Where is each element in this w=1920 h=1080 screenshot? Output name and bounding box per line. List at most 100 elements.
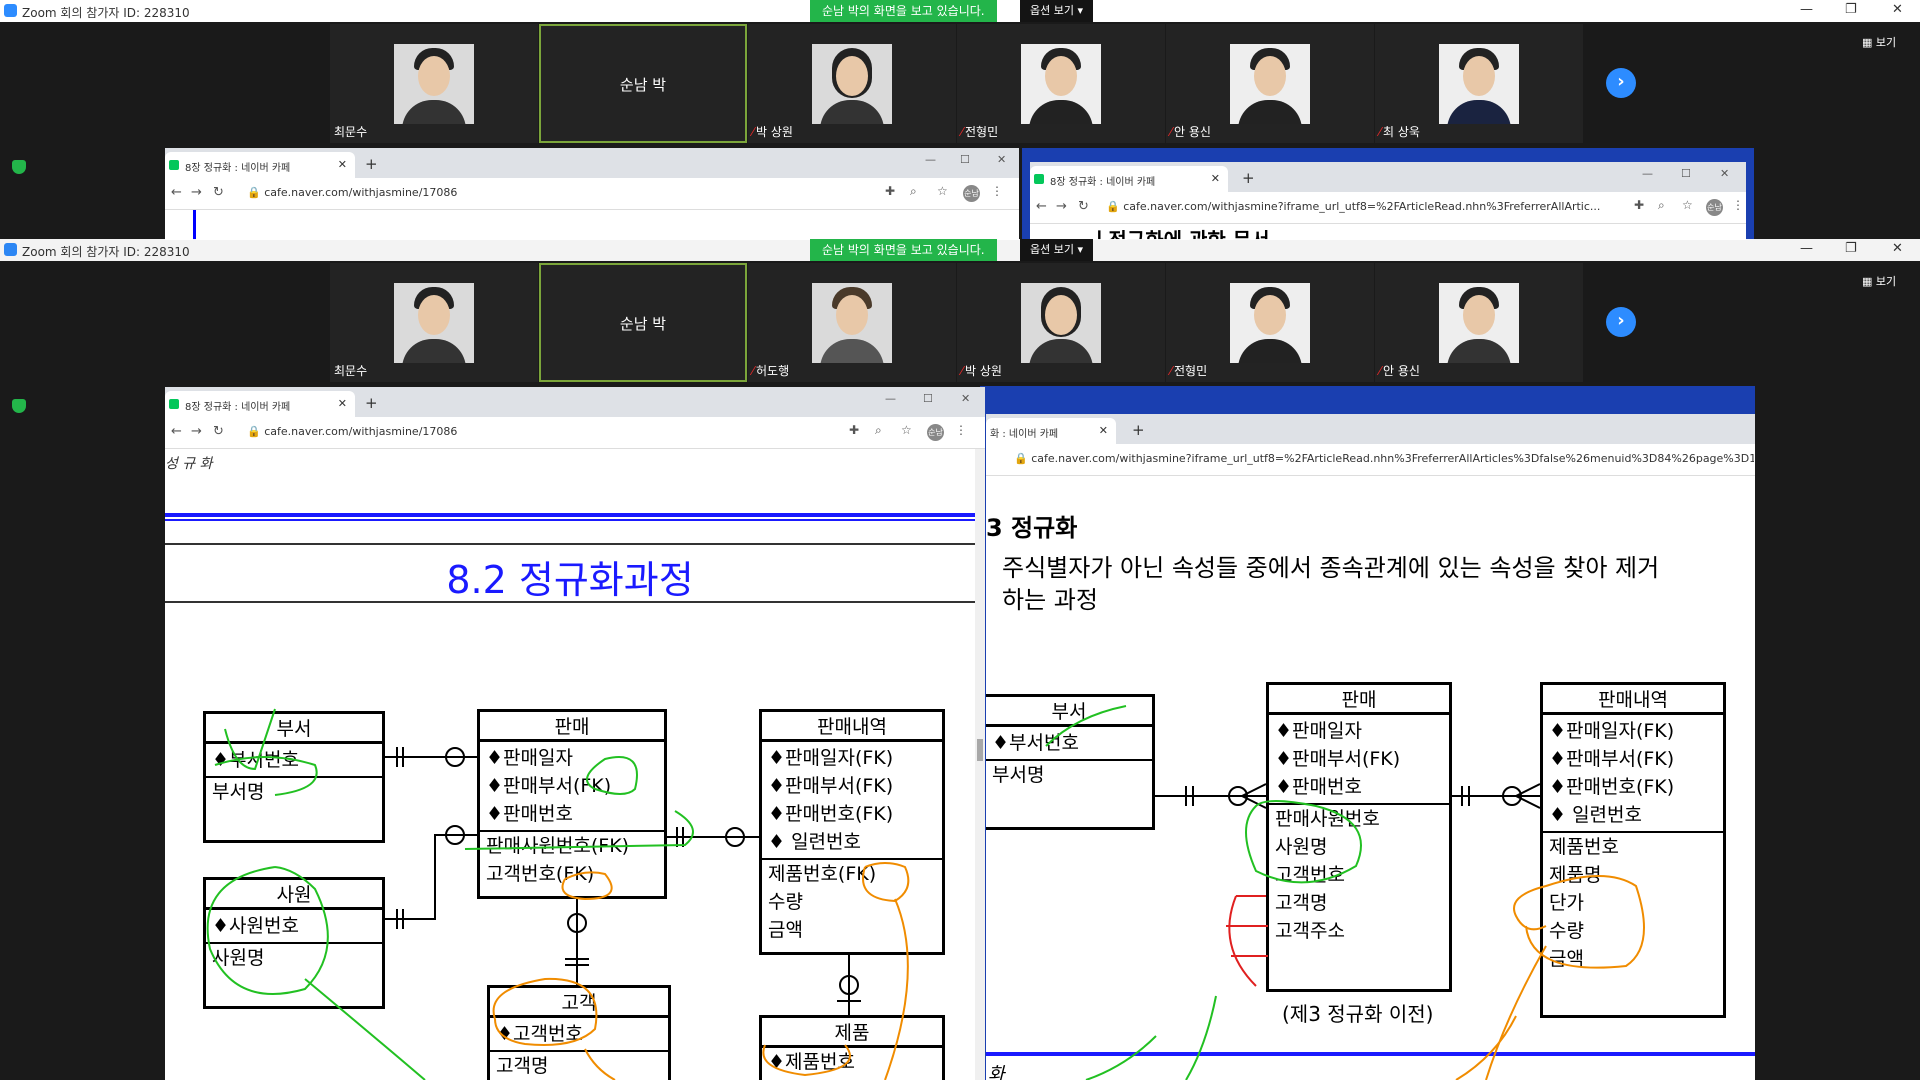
view-options-button[interactable]: 옵션 보기 ▾ bbox=[1020, 239, 1093, 261]
mic-muted-icon: ⁄ bbox=[1379, 364, 1382, 378]
browser-tab[interactable]: 8장 정규화 : 네이버 카페 ✕ bbox=[165, 152, 355, 178]
restore-icon[interactable]: ❐ bbox=[1845, 241, 1857, 256]
slide-page-right: 3 정규화 주식별자가 아닌 속성들 중에서 종속관계에 있는 속성을 찾아 제… bbox=[986, 476, 1755, 1080]
browser-tab[interactable]: 8장 정규화 : 네이버 카페 ✕ bbox=[1030, 166, 1228, 192]
menu-icon[interactable]: ⋮ bbox=[991, 184, 1003, 198]
reload-icon[interactable]: ↻ bbox=[213, 424, 224, 439]
participant-tile[interactable]: 최문수 bbox=[330, 24, 538, 143]
participant-tile-active[interactable]: 순남 박 bbox=[539, 24, 747, 143]
mic-muted-icon: ⁄ bbox=[1170, 364, 1173, 378]
forward-icon[interactable]: → bbox=[191, 185, 202, 200]
maximize-icon[interactable]: ☐ bbox=[923, 392, 933, 405]
participant-tile[interactable]: ⁄ 박 상원 bbox=[957, 263, 1165, 382]
participant-tile[interactable]: ⁄ 전형민 bbox=[957, 24, 1165, 143]
url-field[interactable]: 🔒 cafe.naver.com/withjasmine/17086 bbox=[247, 425, 707, 438]
chevron-right-icon: › bbox=[1617, 310, 1625, 331]
reload-icon[interactable]: ↻ bbox=[213, 185, 224, 200]
next-participants-button[interactable]: › bbox=[1606, 307, 1636, 337]
forward-icon[interactable]: → bbox=[191, 424, 202, 439]
extension-icon[interactable]: ✚ bbox=[1634, 198, 1644, 212]
participant-tile[interactable]: ⁄ 최 상욱 bbox=[1375, 24, 1583, 143]
view-options-button[interactable]: 옵션 보기 ▾ bbox=[1020, 0, 1093, 22]
back-icon[interactable]: ← bbox=[171, 424, 182, 439]
scrollbar[interactable] bbox=[975, 449, 985, 1080]
reload-icon[interactable]: ↻ bbox=[1078, 199, 1089, 214]
browser-tab[interactable]: 화 : 네이버 카페 ✕ bbox=[986, 418, 1116, 444]
tab-close-icon[interactable]: ✕ bbox=[1211, 172, 1220, 185]
gallery-view-button[interactable]: ▦ 보기 bbox=[1862, 34, 1896, 50]
tab-close-icon[interactable]: ✕ bbox=[338, 158, 347, 171]
extension-icon[interactable]: ✚ bbox=[885, 184, 895, 198]
participant-tile[interactable]: ⁄ 전형민 bbox=[1166, 263, 1374, 382]
participant-tile[interactable]: ⁄ 허도행 bbox=[748, 263, 956, 382]
star-icon[interactable]: ☆ bbox=[901, 423, 912, 437]
mic-muted-icon: ⁄ bbox=[1170, 125, 1173, 139]
maximize-icon[interactable]: ☐ bbox=[960, 153, 970, 166]
minimize-icon[interactable]: — bbox=[885, 392, 896, 405]
participant-tile-active[interactable]: 순남 박 bbox=[539, 263, 747, 382]
restore-icon[interactable]: ❐ bbox=[1845, 2, 1857, 17]
close-icon[interactable]: ✕ bbox=[1720, 167, 1729, 180]
address-bar: ← → ↻ 🔒 cafe.naver.com/withjasmine/17086… bbox=[165, 417, 985, 449]
close-icon[interactable]: ✕ bbox=[1892, 241, 1903, 256]
maximize-icon[interactable]: ☐ bbox=[1681, 167, 1691, 180]
back-icon[interactable]: ← bbox=[1036, 199, 1047, 214]
page-heading-partial: ㅣ정규화에 관한 문서 bbox=[1030, 224, 1746, 240]
naver-cafe-icon bbox=[169, 160, 179, 170]
close-icon[interactable]: ✕ bbox=[997, 153, 1006, 166]
browser-window-right-top: 8장 정규화 : 네이버 카페 ✕ + — ☐ ✕ ← → ↻ 🔒 cafe.na… bbox=[1030, 162, 1746, 240]
new-tab-icon[interactable]: + bbox=[365, 394, 378, 412]
participant-video bbox=[1439, 283, 1519, 363]
zoom-icon[interactable]: ⌕ bbox=[875, 423, 882, 438]
minimize-icon[interactable]: — bbox=[1800, 2, 1813, 17]
participant-name: 순남 박 bbox=[619, 76, 667, 94]
tab-close-icon[interactable]: ✕ bbox=[338, 397, 347, 410]
url-field[interactable]: 🔒 cafe.naver.com/withjasmine/17086 bbox=[247, 186, 747, 199]
screen-share-banner: 순남 박의 화면을 보고 있습니다. bbox=[810, 239, 997, 261]
minimize-icon[interactable]: — bbox=[925, 153, 936, 166]
gallery-view-button[interactable]: ▦ 보기 bbox=[1862, 273, 1896, 289]
menu-icon[interactable]: ⋮ bbox=[955, 423, 967, 437]
minimize-icon[interactable]: — bbox=[1800, 241, 1813, 256]
participant-video bbox=[812, 44, 892, 124]
extension-icon[interactable]: ✚ bbox=[849, 423, 859, 437]
encryption-shield-icon[interactable] bbox=[12, 399, 26, 413]
menu-icon[interactable]: ⋮ bbox=[1732, 198, 1744, 212]
minimize-icon[interactable]: — bbox=[1642, 167, 1653, 180]
browser-tab[interactable]: 8장 정규화 : 네이버 카페 ✕ bbox=[165, 391, 355, 417]
participant-name: ⁄ 박 상원 bbox=[752, 125, 793, 139]
zoom-icon[interactable]: ⌕ bbox=[1658, 198, 1665, 213]
participant-strip: 최문수 순남 박 ⁄ 허도행 ⁄ 박 상원 ⁄ 전형민 ⁄ 안 용신 › ▦ 보기 bbox=[0, 261, 1920, 385]
participant-tile[interactable]: ⁄ 안 용신 bbox=[1166, 24, 1374, 143]
close-icon[interactable]: ✕ bbox=[961, 392, 970, 405]
participant-tile[interactable]: 최문수 bbox=[330, 263, 538, 382]
profile-avatar[interactable]: 순남 bbox=[927, 424, 944, 441]
profile-avatar[interactable]: 순남 bbox=[963, 185, 980, 202]
scrollbar-thumb[interactable] bbox=[977, 739, 983, 761]
tab-close-icon[interactable]: ✕ bbox=[1099, 424, 1108, 437]
participant-name: 최문수 bbox=[334, 125, 368, 139]
naver-cafe-icon bbox=[169, 399, 179, 409]
participant-tile[interactable]: ⁄ 안 용신 bbox=[1375, 263, 1583, 382]
star-icon[interactable]: ☆ bbox=[937, 184, 948, 198]
back-icon[interactable]: ← bbox=[171, 185, 182, 200]
new-tab-icon[interactable]: + bbox=[1132, 421, 1145, 439]
encryption-shield-icon[interactable] bbox=[12, 160, 26, 174]
participant-name: ⁄ 최 상욱 bbox=[1379, 125, 1420, 139]
naver-cafe-icon bbox=[1034, 174, 1044, 184]
mic-muted-icon: ⁄ bbox=[752, 125, 755, 139]
browser-window-left-top: 8장 정규화 : 네이버 카페 ✕ + — ☐ ✕ ← → ↻ 🔒 cafe.na… bbox=[165, 148, 1019, 240]
close-icon[interactable]: ✕ bbox=[1892, 2, 1903, 17]
zoom-icon[interactable]: ⌕ bbox=[910, 184, 917, 199]
forward-icon[interactable]: → bbox=[1056, 199, 1067, 214]
profile-avatar[interactable]: 순남 bbox=[1706, 199, 1723, 216]
new-tab-icon[interactable]: + bbox=[1242, 169, 1255, 187]
star-icon[interactable]: ☆ bbox=[1682, 198, 1693, 212]
url-field[interactable]: 🔒 cafe.naver.com/withjasmine?iframe_url_… bbox=[1106, 200, 1626, 213]
participant-name: 최문수 bbox=[334, 364, 368, 378]
next-participants-button[interactable]: › bbox=[1606, 68, 1636, 98]
url-field[interactable]: 🔒 cafe.naver.com/withjasmine?iframe_url_… bbox=[1014, 452, 1754, 465]
tab-strip: 8장 정규화 : 네이버 카페 ✕ + — ☐ ✕ bbox=[165, 387, 985, 417]
participant-tile[interactable]: ⁄ 박 상원 bbox=[748, 24, 956, 143]
new-tab-icon[interactable]: + bbox=[365, 155, 378, 173]
